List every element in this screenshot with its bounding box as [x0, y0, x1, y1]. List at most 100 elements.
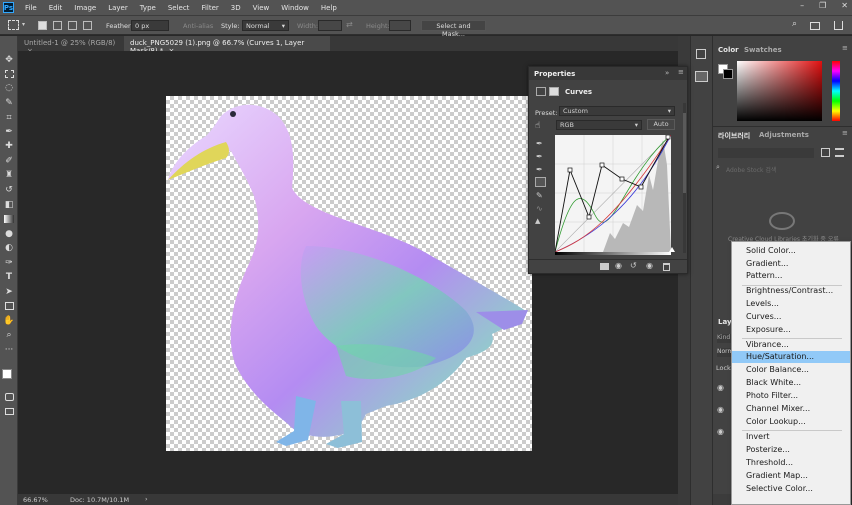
eye-icon[interactable]: ◉	[717, 427, 724, 436]
eye-icon[interactable]: ◉	[717, 383, 724, 392]
eye-icon[interactable]: ◉	[717, 405, 724, 414]
panel-menu-icon[interactable]: ≡	[842, 129, 848, 137]
zoom-tool-icon[interactable]: ⌕	[3, 329, 15, 341]
close-window-button[interactable]: ✕	[841, 1, 848, 10]
lasso-tool-icon[interactable]: ◌	[3, 82, 15, 94]
chevron-down-icon[interactable]: ▾	[22, 21, 25, 28]
document-canvas[interactable]	[166, 96, 532, 451]
status-menu-arrow[interactable]: ›	[145, 495, 148, 503]
restore-button[interactable]: ❐	[819, 1, 826, 10]
search-icon[interactable]: ⌕	[792, 19, 797, 29]
menu-item-invert[interactable]: Invert	[732, 431, 850, 443]
channel-select[interactable]: RGB ▾	[556, 120, 642, 130]
path-selection-icon[interactable]: ➤	[3, 286, 15, 298]
menu-item-pattern[interactable]: Pattern...	[732, 270, 850, 282]
crop-tool-icon[interactable]: ⌗	[3, 112, 15, 124]
menu-window[interactable]: Window	[275, 4, 315, 12]
marquee-tool-preset-icon[interactable]	[8, 20, 19, 30]
marquee-tool-icon[interactable]	[3, 68, 15, 80]
subtract-selection-icon[interactable]	[68, 21, 77, 30]
menu-type[interactable]: Type	[134, 4, 162, 12]
reset-icon[interactable]: ↺	[630, 261, 637, 270]
foreground-color-swatch[interactable]	[2, 369, 12, 379]
visibility-icon[interactable]: ◉	[646, 261, 653, 270]
panel-menu-icon[interactable]: ≡	[842, 44, 848, 52]
menu-item-brightness-contrast[interactable]: Brightness/Contrast...	[732, 285, 850, 297]
trash-icon[interactable]	[663, 263, 670, 271]
smooth-curve-icon[interactable]: ∿	[536, 204, 543, 213]
tab-libraries[interactable]: 라이브러리	[718, 131, 750, 141]
collapse-icon[interactable]: »	[665, 69, 669, 77]
color-background-swatch[interactable]	[723, 69, 733, 79]
clone-stamp-icon[interactable]: ♜	[3, 169, 15, 181]
share-icon[interactable]	[834, 21, 843, 30]
menu-item-levels[interactable]: Levels...	[732, 298, 850, 310]
height-input[interactable]	[389, 20, 411, 31]
view-previous-icon[interactable]: ◉	[615, 261, 622, 270]
stock-search-input[interactable]: Adobe Stock 검색	[726, 165, 776, 174]
panel-menu-icon[interactable]: ≡	[678, 68, 684, 76]
menu-item-selective-color[interactable]: Selective Color...	[732, 483, 850, 495]
properties-scrollbar[interactable]	[683, 103, 686, 253]
menu-item-gradient[interactable]: Gradient...	[732, 258, 850, 270]
rectangle-tool-icon[interactable]	[3, 300, 15, 312]
grid-view-icon[interactable]	[821, 148, 830, 157]
more-tools-icon[interactable]: ···	[3, 344, 15, 356]
dodge-tool-icon[interactable]: ◐	[3, 242, 15, 254]
menu-item-solid-color[interactable]: Solid Color...	[732, 245, 850, 257]
white-input-slider[interactable]	[669, 247, 675, 252]
gray-point-eyedropper-icon[interactable]: ✒	[536, 152, 543, 161]
menu-3d[interactable]: 3D	[225, 4, 247, 12]
white-point-eyedropper-icon[interactable]: ✒	[536, 165, 543, 174]
width-input[interactable]	[318, 20, 342, 31]
swap-icon[interactable]: ⇄	[346, 20, 353, 29]
feather-input[interactable]: 0 px	[131, 20, 169, 31]
menu-item-hue-saturation[interactable]: Hue/Saturation...	[732, 351, 850, 363]
color-picker-field[interactable]	[737, 61, 822, 121]
menu-view[interactable]: View	[247, 4, 276, 12]
screen-mode-icon[interactable]	[3, 405, 15, 417]
clipping-warning-icon[interactable]: ▲	[535, 217, 540, 225]
menu-item-gradient-map[interactable]: Gradient Map...	[732, 470, 850, 482]
menu-item-photo-filter[interactable]: Photo Filter...	[732, 390, 850, 402]
pen-tool-icon[interactable]: ✑	[3, 257, 15, 269]
quick-mask-icon[interactable]	[3, 391, 15, 403]
zoom-level[interactable]: 66.67%	[23, 496, 48, 504]
menu-select[interactable]: Select	[162, 4, 196, 12]
menu-file[interactable]: File	[19, 4, 43, 12]
menu-item-curves[interactable]: Curves...	[732, 311, 850, 323]
eraser-tool-icon[interactable]: ◧	[3, 199, 15, 211]
eyedropper-tool-icon[interactable]: ✒	[3, 126, 15, 138]
hand-tool-icon[interactable]: ✋	[3, 315, 15, 327]
tab-color[interactable]: Color	[718, 46, 739, 54]
quick-select-tool-icon[interactable]: ✎	[3, 97, 15, 109]
menu-item-posterize[interactable]: Posterize...	[732, 444, 850, 456]
type-tool-icon[interactable]: T	[3, 271, 15, 283]
menu-item-vibrance[interactable]: Vibrance...	[732, 339, 850, 351]
curve-points-tool-icon[interactable]	[535, 177, 546, 187]
healing-brush-icon[interactable]: ✚	[3, 140, 15, 152]
menu-item-color-lookup[interactable]: Color Lookup...	[732, 416, 850, 428]
preset-select[interactable]: Custom ▾	[559, 106, 675, 116]
gradient-tool-icon[interactable]	[3, 213, 15, 225]
brush-tool-icon[interactable]: ✐	[3, 155, 15, 167]
target-adjust-icon[interactable]: ☝	[535, 121, 540, 131]
menu-filter[interactable]: Filter	[195, 4, 224, 12]
workspace-icon[interactable]	[810, 22, 820, 30]
menu-layer[interactable]: Layer	[102, 4, 134, 12]
antialias-checkbox-label[interactable]: Anti-alias	[183, 22, 213, 30]
minimize-button[interactable]: –	[800, 1, 804, 10]
add-to-selection-icon[interactable]	[53, 21, 62, 30]
new-selection-icon[interactable]	[38, 21, 47, 30]
photoshop-logo[interactable]: Ps	[3, 2, 14, 13]
tab-untitled-1[interactable]: Untitled-1 @ 25% (RGB/8) ×	[18, 36, 122, 55]
blur-tool-icon[interactable]: ●	[3, 228, 15, 240]
move-tool-icon[interactable]: ✥	[3, 54, 15, 66]
style-select[interactable]: Normal ▾	[242, 20, 289, 31]
curves-graph[interactable]	[555, 135, 671, 252]
menu-help[interactable]: Help	[315, 4, 343, 12]
menu-image[interactable]: Image	[68, 4, 102, 12]
hue-slider[interactable]	[832, 61, 840, 121]
menu-item-color-balance[interactable]: Color Balance...	[732, 364, 850, 376]
tab-duck-document[interactable]: duck_PNG5029 (1).png @ 66.7% (Curves 1, …	[124, 36, 330, 55]
